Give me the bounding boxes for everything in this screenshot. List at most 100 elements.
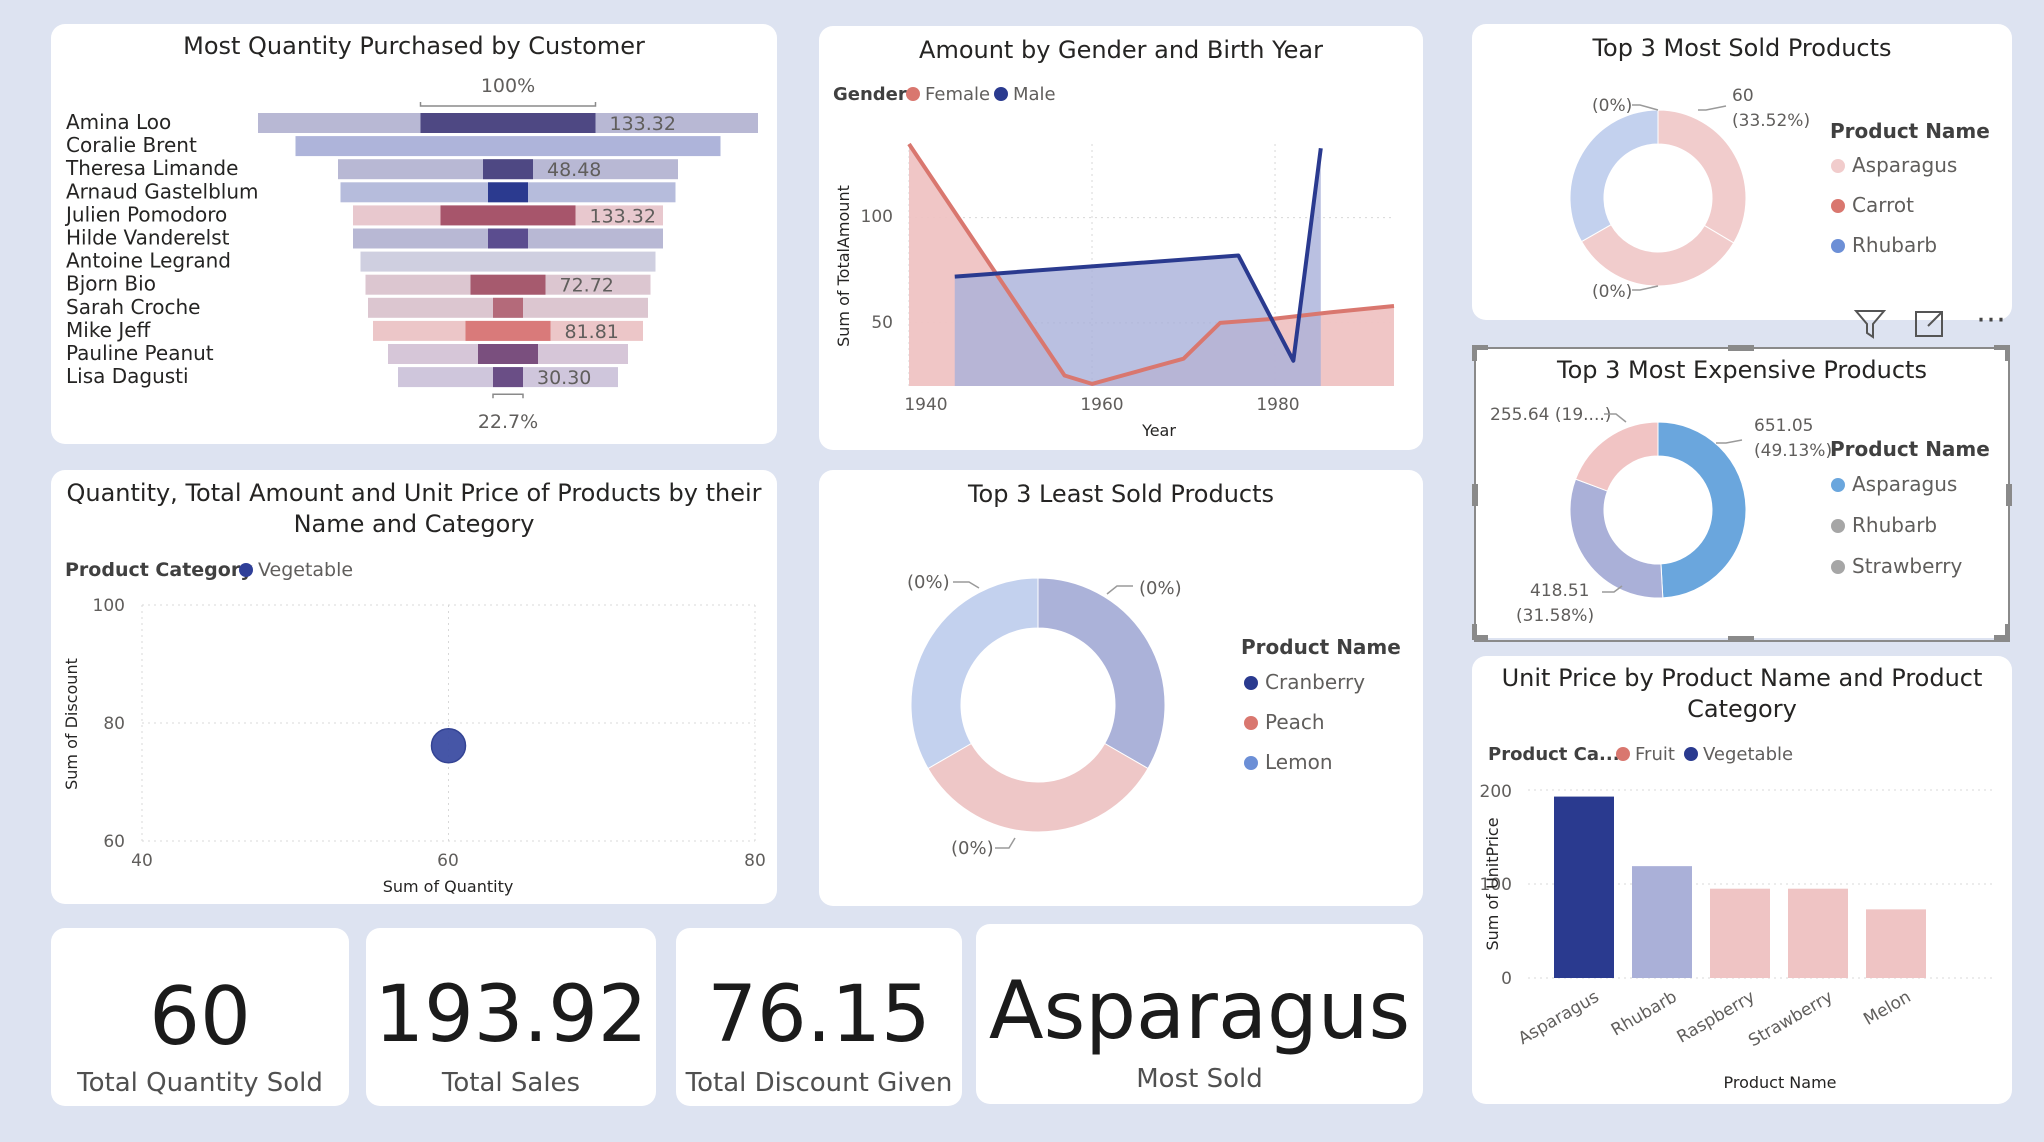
funnel-bar-highlight[interactable] — [440, 205, 576, 226]
most-sold-slice[interactable] — [1580, 224, 1735, 287]
bar-y-axis-title: Sum of UnitPrice — [1483, 817, 1502, 950]
most-sold-legend-item[interactable]: Asparagus — [1852, 153, 1957, 177]
filter-icon[interactable] — [1852, 306, 1888, 342]
legend-marker — [1616, 747, 1630, 761]
bar-chart: Unit Price by Product Name and Product C… — [1480, 664, 1992, 1092]
selection-frame[interactable] — [1474, 347, 2010, 642]
least-sold-label-3: (0%) — [951, 838, 994, 859]
least-sold-leader-2 — [953, 581, 980, 589]
funnel-category-label: Amina Loo — [66, 110, 171, 134]
most-sold-leader-1 — [1698, 105, 1727, 111]
bar-melon[interactable] — [1866, 909, 1926, 978]
funnel-bar-highlight[interactable] — [488, 228, 528, 249]
area-card[interactable]: Amount by Gender and Birth Year Gender F… — [819, 26, 1423, 450]
area-legend-title: Gender — [833, 84, 907, 105]
resize-handle-left[interactable] — [1472, 484, 1478, 506]
least-sold-legend-item[interactable]: Peach — [1265, 710, 1325, 734]
scatter-legend-label[interactable]: Vegetable — [258, 559, 353, 581]
bar-legend-label[interactable]: Fruit — [1635, 744, 1675, 765]
scatter-card[interactable]: Quantity, Total Amount and Unit Price of… — [51, 470, 777, 904]
least-sold-title: Top 3 Least Sold Products — [967, 480, 1274, 508]
more-options-icon[interactable]: ⋯ — [1976, 302, 2006, 337]
kpi-total-quantity-card[interactable]: 60 Total Quantity Sold — [51, 928, 349, 1106]
kpi-most-sold-card[interactable]: Asparagus Most Sold — [976, 924, 1423, 1104]
resize-handle-top[interactable] — [1728, 345, 1754, 351]
legend-marker — [1831, 159, 1845, 173]
area-x-tick-1: 1940 — [904, 395, 947, 415]
kpi-total-discount-value: 76.15 — [707, 970, 931, 1060]
bar-strawberry[interactable] — [1788, 888, 1848, 978]
funnel-top-label: 100% — [481, 75, 535, 97]
funnel-bar[interactable] — [360, 251, 656, 272]
least-sold-slice[interactable] — [927, 742, 1149, 833]
most-sold-label-zero-1: (0%) — [1592, 96, 1632, 116]
resize-handle-bottom[interactable] — [1728, 636, 1754, 642]
least-sold-legend-item[interactable]: Cranberry — [1265, 670, 1365, 694]
funnel-bottom-bracket — [492, 393, 524, 399]
resize-handle-top-right-v[interactable] — [2005, 345, 2010, 361]
funnel-bottom-label: 22.7% — [478, 411, 538, 433]
funnel-card[interactable]: Most Quantity Purchased by Customer 100%… — [51, 24, 777, 444]
funnel-category-label: Bjorn Bio — [66, 272, 156, 296]
funnel-bar-highlight[interactable] — [493, 297, 523, 318]
area-legend-label[interactable]: Female — [925, 84, 990, 105]
bar-asparagus[interactable] — [1554, 796, 1614, 978]
bar-raspberry[interactable] — [1710, 888, 1770, 978]
area-x-tick-3: 1980 — [1256, 395, 1299, 415]
funnel-bar-highlight[interactable] — [420, 113, 596, 133]
resize-handle-bottom-left-v[interactable] — [1472, 624, 1477, 640]
bar-rhubarb[interactable] — [1632, 866, 1692, 978]
funnel-bar-highlight[interactable] — [483, 159, 533, 180]
funnel-category-label: Pauline Peanut — [66, 341, 214, 365]
kpi-total-sales-value: 193.92 — [374, 970, 648, 1060]
funnel-top-bracket — [419, 102, 597, 107]
funnel-bar-highlight[interactable] — [493, 367, 523, 388]
most-sold-leader-3 — [1632, 285, 1659, 291]
bar-title-line1: Unit Price by Product Name and Product — [1502, 664, 1983, 692]
funnel-category-label: Theresa Limande — [65, 156, 238, 180]
scatter-title-line1: Quantity, Total Amount and Unit Price of… — [66, 479, 761, 507]
most-sold-donut-card[interactable]: Top 3 Most Sold Products 60 (33.52%) (0%… — [1472, 24, 2012, 320]
funnel-bar-highlight[interactable] — [488, 182, 528, 203]
kpi-most-sold-value: Asparagus — [988, 964, 1411, 1057]
bar-card[interactable]: Unit Price by Product Name and Product C… — [1472, 656, 2012, 1104]
least-sold-slice[interactable] — [910, 577, 1039, 770]
bar-legend-label[interactable]: Vegetable — [1703, 744, 1793, 765]
funnel-data-label: 81.81 — [565, 321, 619, 343]
area-title: Amount by Gender and Birth Year — [919, 36, 1323, 64]
least-sold-leader-3 — [995, 837, 1016, 849]
focus-mode-icon[interactable] — [1912, 306, 1948, 342]
scatter-point[interactable] — [430, 727, 467, 764]
most-sold-label-zero-2: (0%) — [1592, 282, 1632, 302]
resize-handle-right[interactable] — [2006, 484, 2012, 506]
least-sold-slice[interactable] — [1037, 577, 1166, 770]
bar-x-tick: Strawberry — [1745, 987, 1836, 1051]
funnel-category-label: Coralie Brent — [66, 133, 197, 157]
least-sold-legend-item[interactable]: Lemon — [1265, 750, 1333, 774]
most-sold-leader-2 — [1632, 104, 1659, 111]
most-sold-label-pct: (33.52%) — [1732, 111, 1810, 131]
least-sold-donut-card[interactable]: Top 3 Least Sold Products (0%) (0%) (0%)… — [819, 470, 1423, 906]
most-sold-title: Top 3 Most Sold Products — [1591, 34, 1891, 62]
funnel-chart: Most Quantity Purchased by Customer 100%… — [64, 32, 758, 433]
funnel-bar-highlight[interactable] — [478, 344, 538, 364]
funnel-bar[interactable] — [295, 136, 721, 157]
most-sold-slice[interactable] — [1569, 109, 1659, 243]
area-legend-label[interactable]: Male — [1013, 84, 1056, 105]
kpi-total-discount-card[interactable]: 76.15 Total Discount Given — [676, 928, 962, 1106]
legend-marker — [1244, 756, 1258, 770]
legend-marker — [994, 87, 1008, 101]
resize-handle-bottom-right-v[interactable] — [2005, 624, 2010, 640]
area-y-tick-2: 50 — [871, 313, 893, 333]
funnel-bar-highlight[interactable] — [465, 320, 551, 341]
funnel-bar-highlight[interactable] — [470, 274, 546, 295]
most-sold-legend-title: Product Name — [1830, 119, 1990, 143]
resize-handle-top-left-v[interactable] — [1472, 345, 1477, 361]
most-sold-legend-item[interactable]: Carrot — [1852, 193, 1914, 217]
most-sold-legend-item[interactable]: Rhubarb — [1852, 233, 1937, 257]
kpi-most-sold-label: Most Sold — [1136, 1064, 1263, 1094]
scatter-title-line2: Name and Category — [294, 510, 535, 538]
area-x-axis-title: Year — [1141, 421, 1176, 440]
most-sold-donut-chart: Top 3 Most Sold Products 60 (33.52%) (0%… — [1569, 34, 1990, 302]
kpi-total-sales-card[interactable]: 193.92 Total Sales — [366, 928, 656, 1106]
